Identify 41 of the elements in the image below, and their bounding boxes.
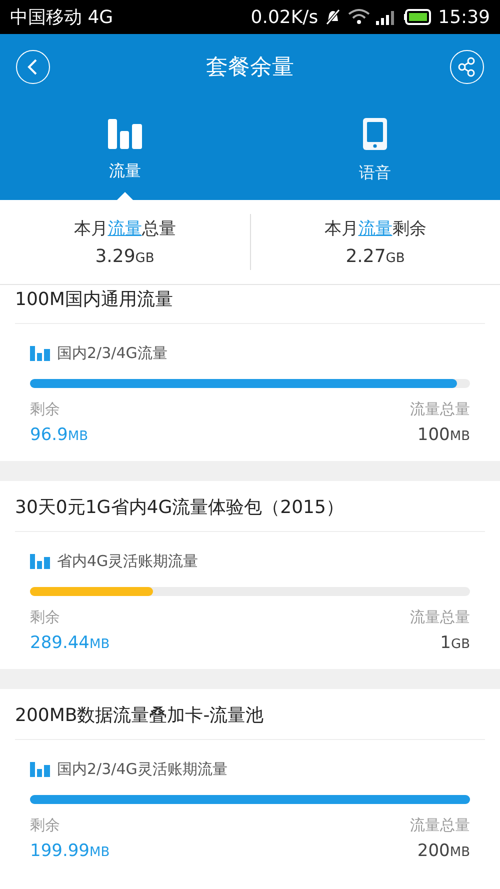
page-title: 套餐余量 — [206, 54, 294, 82]
data-link[interactable]: 流量 — [358, 219, 392, 239]
muted-bell-icon — [324, 8, 342, 26]
total-label: 流量总量 — [410, 608, 470, 627]
battery-icon — [404, 9, 432, 25]
total-value: 100MB — [417, 425, 470, 445]
remaining-value: 199.99MB — [30, 841, 110, 861]
share-button[interactable] — [450, 50, 484, 84]
remaining-value: 96.9MB — [30, 425, 88, 445]
back-button[interactable] — [16, 50, 50, 84]
summary-value: 2.27GB — [346, 246, 405, 267]
item-name: 省内4G灵活账期流量 — [57, 552, 198, 571]
bar-chart-icon — [30, 554, 51, 569]
item-name: 国内2/3/4G流量 — [57, 344, 168, 363]
data-link[interactable]: 流量 — [108, 219, 142, 239]
remaining-label: 剩余 — [30, 816, 60, 835]
tab[interactable]: 语音 — [250, 100, 500, 200]
package-title: 200MB数据流量叠加卡-流量池 — [14, 704, 265, 728]
total-label: 流量总量 — [410, 816, 470, 835]
remaining-label: 剩余 — [30, 608, 60, 627]
total-label: 流量总量 — [410, 400, 470, 419]
package-title: 30天0元1G省内4G流量体验包（2015） — [14, 496, 345, 520]
wifi-icon — [348, 9, 370, 25]
summary-value: 3.29GB — [95, 246, 154, 267]
carrier-name: 中国移动 4G — [10, 6, 114, 29]
phone-icon — [362, 116, 388, 150]
summary-label: 本月 流量总量 — [74, 218, 176, 240]
item-name: 国内2/3/4G灵活账期流量 — [57, 760, 228, 779]
tab[interactable]: 流量 — [0, 100, 250, 200]
network-speed: 0.02K/s — [250, 6, 318, 28]
total-value: 200MB — [417, 841, 470, 861]
clock-time: 15:39 — [438, 6, 490, 28]
bar-chart-icon — [30, 346, 51, 361]
total-value: 1GB — [440, 633, 470, 653]
package-title: 100M国内通用流量 — [14, 288, 174, 312]
remaining-label: 剩余 — [30, 400, 60, 419]
remaining-value: 289.44MB — [30, 633, 110, 653]
bar-chart-icon — [108, 118, 142, 148]
tab-pointer — [117, 192, 133, 200]
bar-chart-icon — [30, 762, 51, 777]
summary-label: 本月 流量剩余 — [324, 218, 426, 240]
